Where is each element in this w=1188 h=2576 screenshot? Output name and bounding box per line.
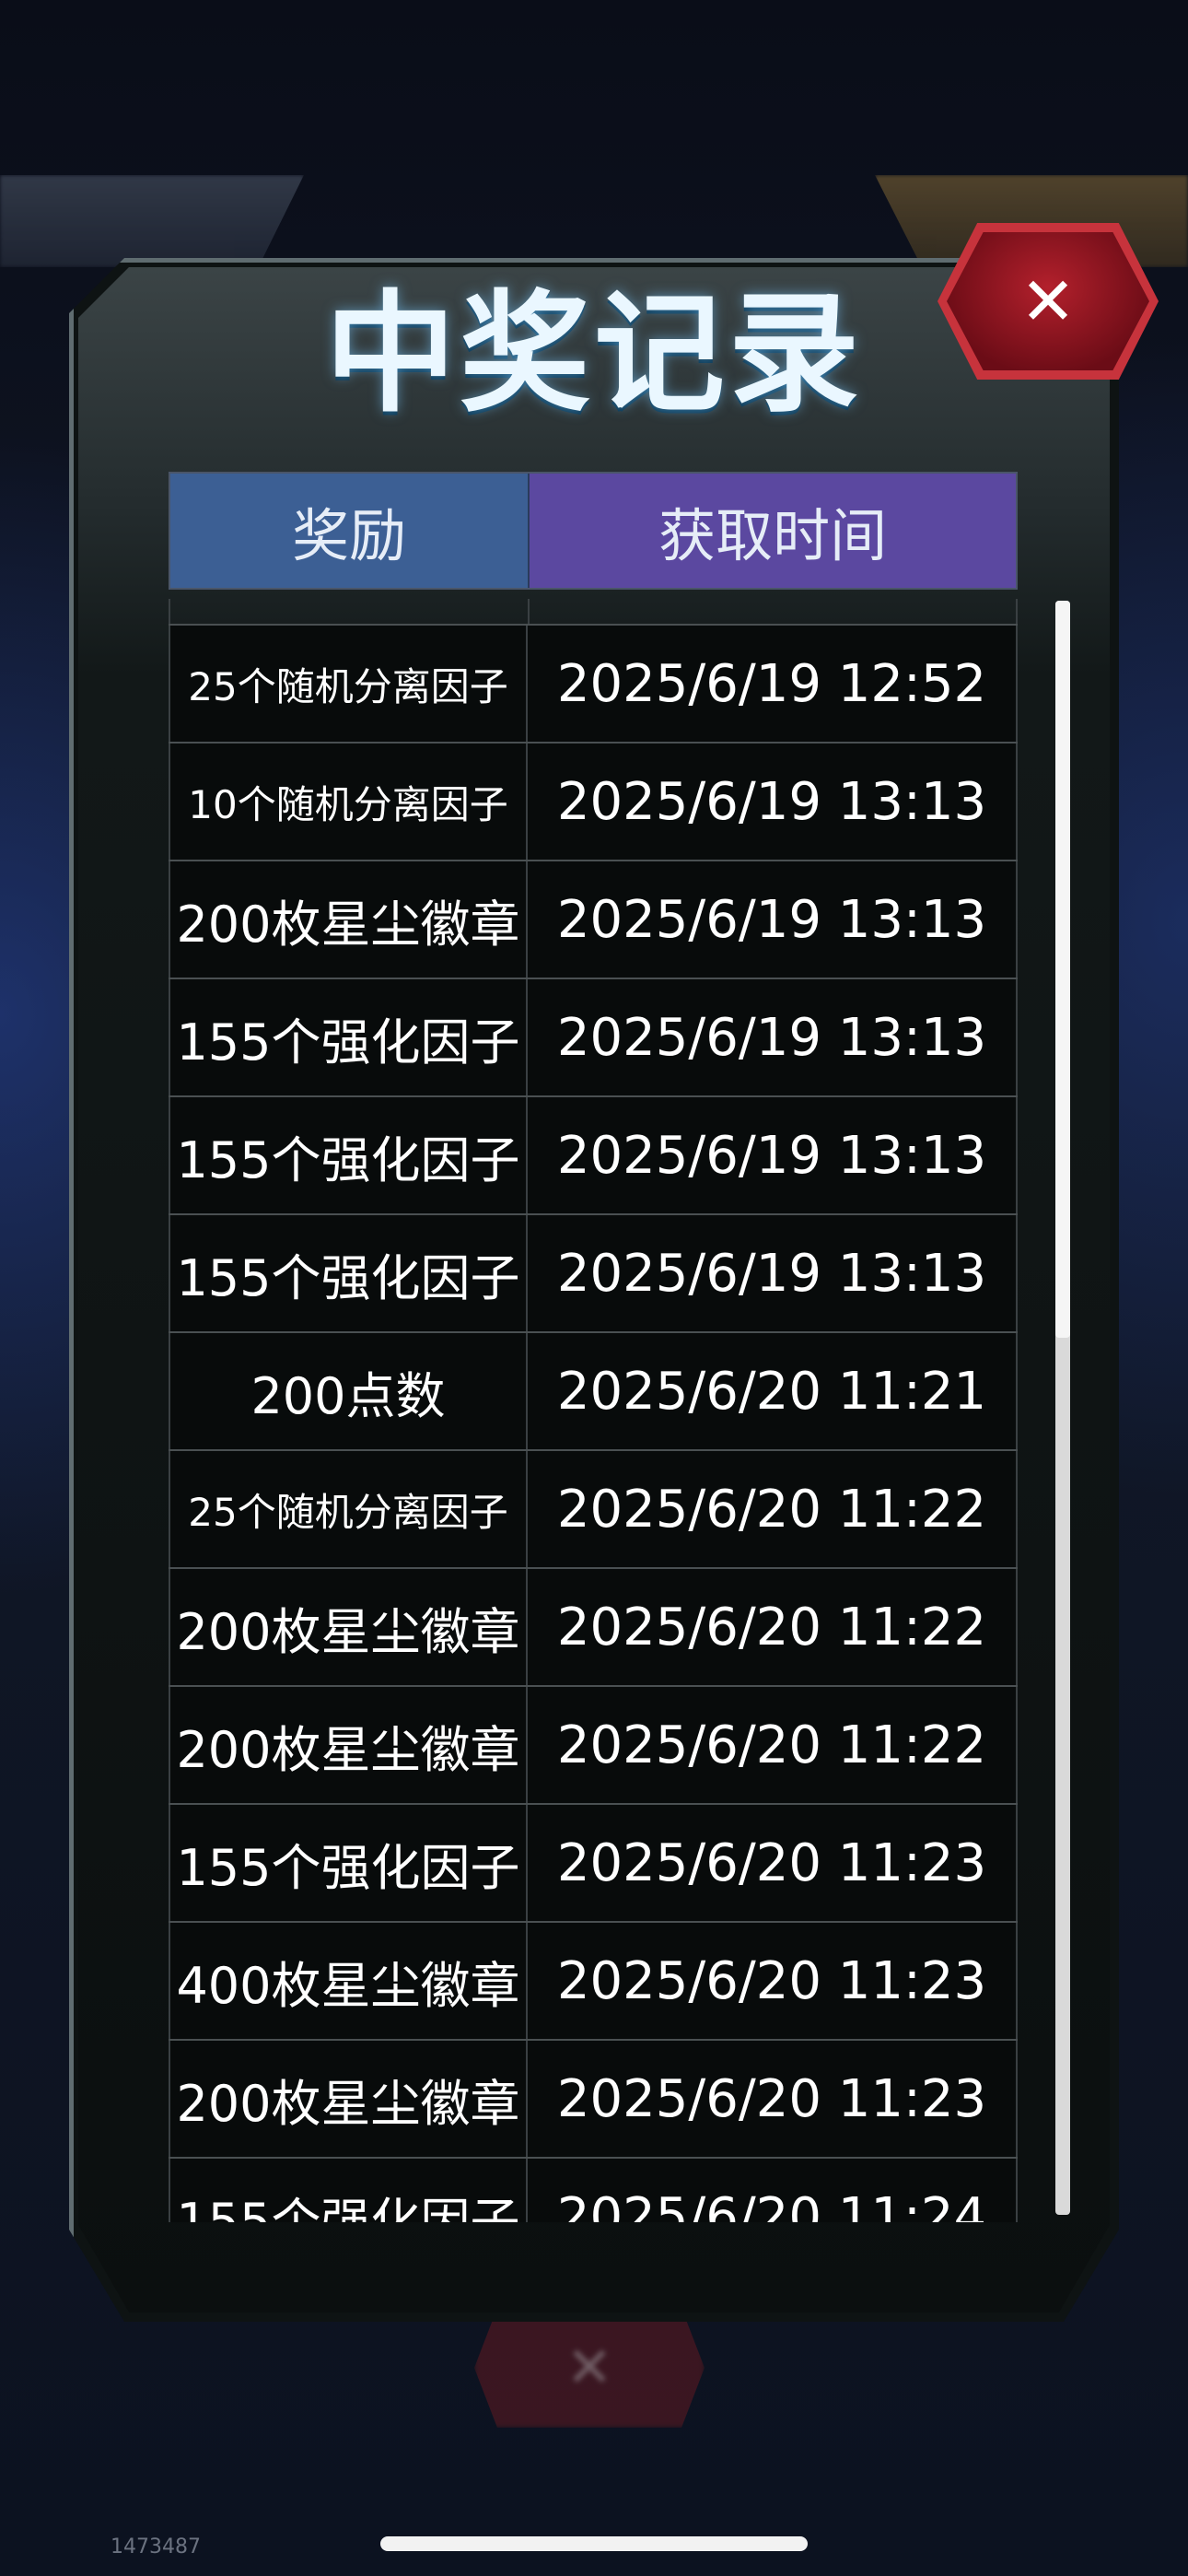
- time-cell: 2025/6/20 11:23: [528, 2041, 1018, 2157]
- reward-cell: 25个随机分离因子: [169, 626, 528, 742]
- dialog-title: 中奖记录: [325, 278, 863, 430]
- reward-cell: 155个强化因子: [169, 1805, 528, 1921]
- background-close-icon: ✕: [565, 2336, 613, 2400]
- table-row: 155个强化因子 2025/6/19 13:13: [169, 978, 1018, 1095]
- close-button[interactable]: ✕: [938, 223, 1159, 380]
- time-cell: 2025/6/20 11:22: [528, 1451, 1018, 1567]
- close-icon[interactable]: ✕: [938, 223, 1159, 380]
- reward-cell: 155个强化因子: [169, 2159, 528, 2222]
- time-cell: 2025/6/20 11:24: [528, 2159, 1018, 2222]
- reward-cell: 10个随机分离因子: [169, 744, 528, 860]
- time-cell: 2025/6/19 13:13: [528, 861, 1018, 978]
- table-row: 155个强化因子 2025/6/20 11:24: [169, 2157, 1018, 2222]
- table-row: 155个强化因子 2025/6/19 13:13: [169, 1213, 1018, 1331]
- time-cell: 2025/6/19 13:13: [528, 1215, 1018, 1331]
- watermark-id: 1473487: [111, 2535, 201, 2558]
- time-cell: 2025/6/20 11:22: [528, 1569, 1018, 1685]
- record-list[interactable]: 25个随机分离因子 2025/6/19 12:52 10个随机分离因子 2025/6/…: [169, 599, 1018, 2222]
- reward-cell: 200点数: [169, 1333, 528, 1449]
- time-cell: 2025/6/20 11:23: [528, 1923, 1018, 2039]
- background-close-button: ✕: [474, 2308, 705, 2428]
- table-row: 25个随机分离因子 2025/6/19 12:52: [169, 624, 1018, 742]
- table-row: 155个强化因子 2025/6/20 11:23: [169, 1803, 1018, 1921]
- reward-cell: 200枚星尘徽章: [169, 1687, 528, 1803]
- record-list-body: 25个随机分离因子 2025/6/19 12:52 10个随机分离因子 2025/6/…: [169, 624, 1018, 2222]
- reward-cell: 200枚星尘徽章: [169, 2041, 528, 2157]
- header-time: 获取时间: [530, 474, 1016, 588]
- reward-cell: 25个随机分离因子: [169, 1451, 528, 1567]
- time-cell: 2025/6/19 12:52: [528, 626, 1018, 742]
- time-cell: 2025/6/19 13:13: [528, 979, 1018, 1095]
- header-reward: 奖励: [170, 474, 530, 588]
- time-cell: 2025/6/20 11:22: [528, 1687, 1018, 1803]
- table-header: 奖励 获取时间: [169, 472, 1018, 590]
- table-row: 200枚星尘徽章 2025/6/20 11:22: [169, 1685, 1018, 1803]
- table-row: 155个强化因子 2025/6/19 13:13: [169, 1095, 1018, 1213]
- table-row: 200枚星尘徽章 2025/6/20 11:22: [169, 1567, 1018, 1685]
- table-row: 25个随机分离因子 2025/6/20 11:22: [169, 1449, 1018, 1567]
- scrollbar-thumb[interactable]: [1055, 601, 1070, 1338]
- table-row: 200点数 2025/6/20 11:21: [169, 1331, 1018, 1449]
- table-row: 200枚星尘徽章 2025/6/19 13:13: [169, 860, 1018, 978]
- time-cell: 2025/6/19 13:13: [528, 744, 1018, 860]
- table-row: 200枚星尘徽章 2025/6/20 11:23: [169, 2039, 1018, 2157]
- time-cell: 2025/6/19 13:13: [528, 1097, 1018, 1213]
- reward-cell: 200枚星尘徽章: [169, 861, 528, 978]
- reward-cell: 155个强化因子: [169, 979, 528, 1095]
- reward-cell: 200枚星尘徽章: [169, 1569, 528, 1685]
- time-cell: 2025/6/20 11:23: [528, 1805, 1018, 1921]
- time-cell: 2025/6/20 11:21: [528, 1333, 1018, 1449]
- reward-cell: 155个强化因子: [169, 1215, 528, 1331]
- background-tab-left: [0, 175, 304, 267]
- table-row: 400枚星尘徽章 2025/6/20 11:23: [169, 1921, 1018, 2039]
- home-indicator[interactable]: [380, 2536, 808, 2551]
- reward-cell: 155个强化因子: [169, 1097, 528, 1213]
- table-row: 10个随机分离因子 2025/6/19 13:13: [169, 742, 1018, 860]
- reward-cell: 400枚星尘徽章: [169, 1923, 528, 2039]
- partial-row-edge: [169, 599, 1018, 624]
